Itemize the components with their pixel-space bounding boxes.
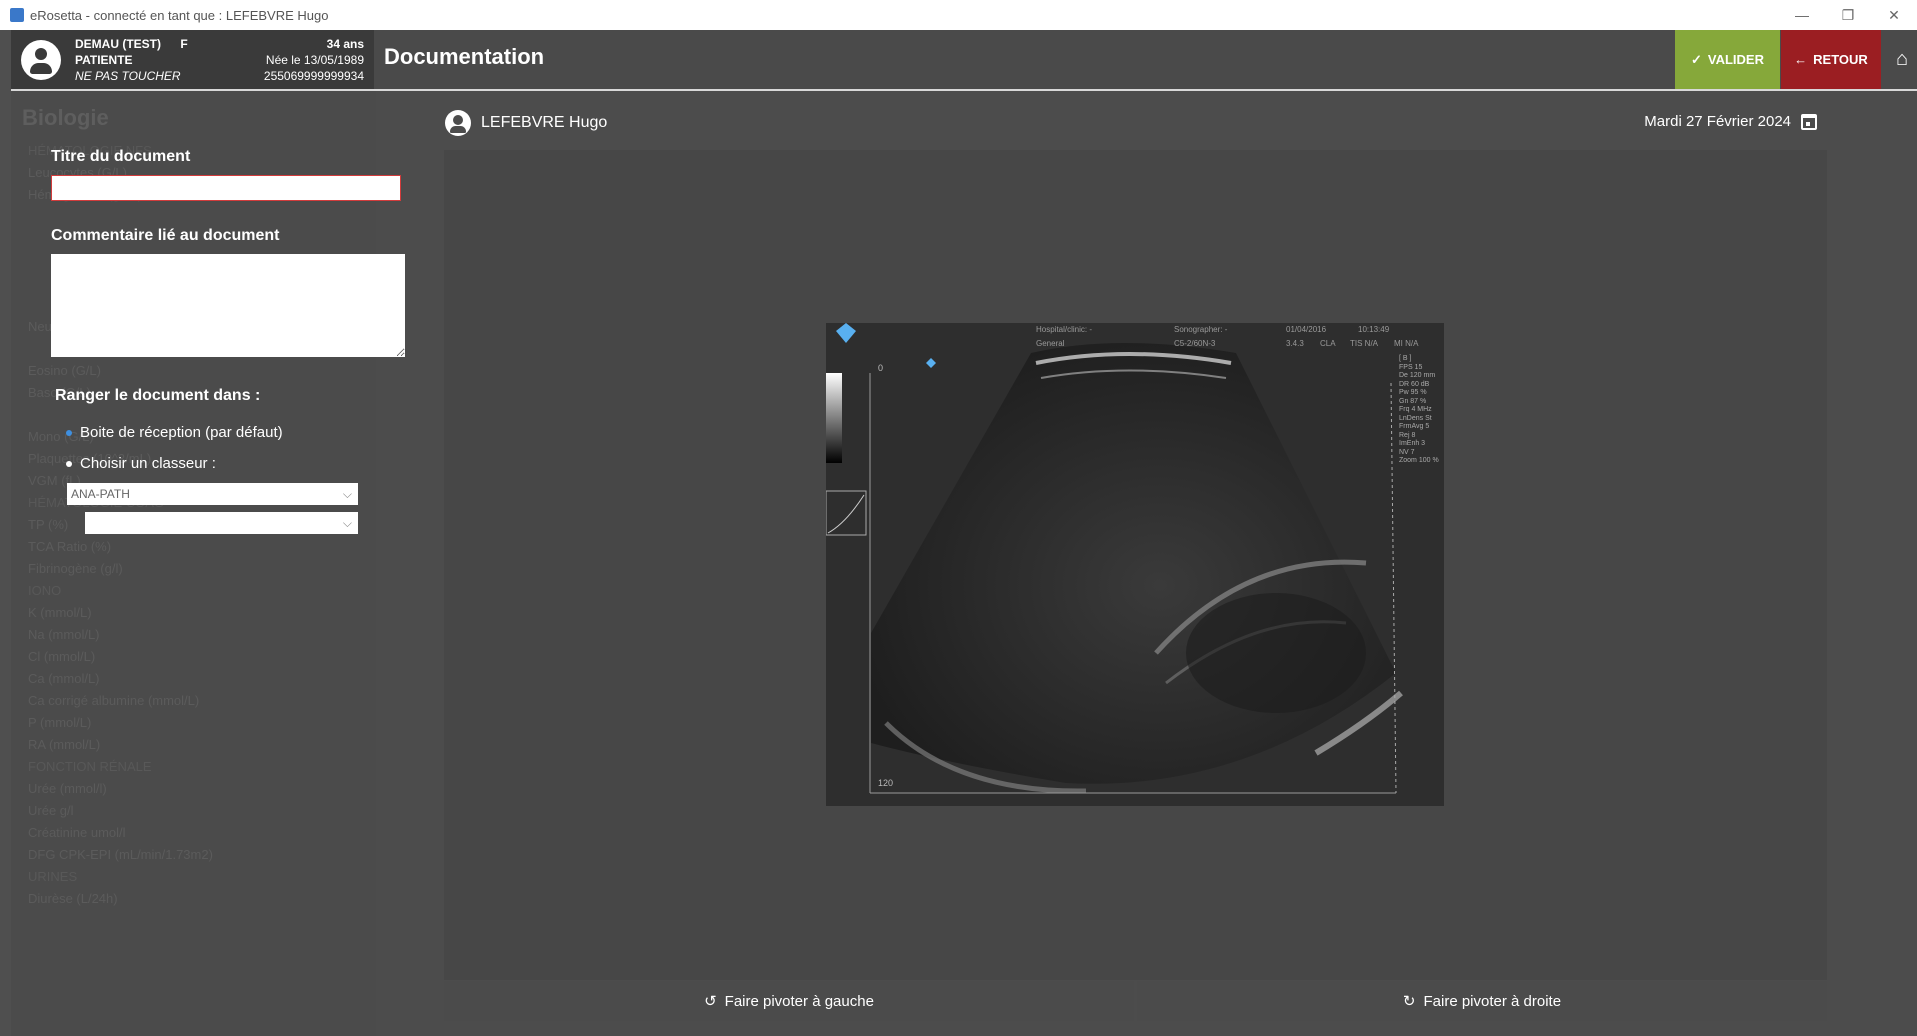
biologie-item: P (mmol/L) (28, 715, 92, 730)
minimize-button[interactable]: — (1779, 0, 1825, 30)
ultrasound-param: Zoom 100 % (1399, 457, 1439, 464)
ultrasound-param: NV 7 (1399, 448, 1415, 456)
biologie-item: RA (mmol/L) (28, 737, 101, 752)
biologie-item: Créatinine umol/l (28, 825, 126, 840)
biologie-item: IONO (28, 583, 62, 598)
window-titlebar: eRosetta - connecté en tant que : LEFEBV… (0, 0, 1917, 30)
retour-button[interactable]: ← RETOUR (1781, 30, 1881, 89)
titre-input[interactable] (51, 175, 401, 201)
radio-inbox-label: Boite de réception (par défaut) (80, 424, 283, 441)
valider-label: VALIDER (1707, 52, 1764, 67)
biologie-item (28, 404, 348, 426)
biologie-item (28, 206, 348, 228)
patient-avatar-icon (21, 40, 61, 80)
retour-label: RETOUR (1813, 52, 1868, 67)
home-icon[interactable]: ⌂ (1887, 30, 1917, 89)
ultrasound-param: FrmAvg 5 (1399, 423, 1430, 430)
ultrasound-param: LnDens St (1399, 414, 1432, 422)
patient-banner[interactable]: DEMAU (TEST) F PATIENTE NE PAS TOUCHER 3… (11, 30, 374, 89)
rotate-left-icon: ↺ (704, 993, 717, 1010)
biologie-item: FONCTION RÉNALE (28, 759, 152, 774)
grayscale-bar (826, 373, 842, 463)
ultrasound-param: Frq 4 MHz (1399, 406, 1432, 413)
radio-selected-icon (66, 429, 72, 436)
biologie-item: Na (mmol/L) (28, 627, 100, 642)
ultrasound-param: De 120 mm (1399, 372, 1436, 379)
radio-classeur-label: Choisir un classeur : (80, 455, 216, 472)
ultrasound-params: [ B ] FPS 15 De 120 mm DR 60 dB Pw 95 % Gn 87… (1399, 355, 1439, 466)
rotate-right-icon: ↻ (1402, 993, 1416, 1010)
patient-note: NE PAS TOUCHER (75, 69, 181, 83)
biologie-item: K (mmol/L) (28, 605, 92, 620)
biologie-title: Biologie (22, 105, 109, 130)
ultrasound-image: 0 120 Hospital/clinic: - Sonographer: - … (826, 323, 1444, 806)
viewer-date-text: Mardi 27 Février 2024 (1644, 113, 1791, 130)
page-title: Documentation (384, 44, 545, 69)
biologie-item: Diurèse (L/24h) (28, 891, 118, 906)
ranger-label: Ranger le document dans : (55, 387, 261, 404)
biologie-item: Eosino (G/L) (28, 363, 101, 378)
viewer-date[interactable]: Mardi 27 Février 2024 (1644, 113, 1817, 130)
rotate-right-button[interactable]: ↻ Faire pivoter à droite (1137, 981, 1827, 1021)
biologie-item: Fibrinogène (g/l) (28, 561, 123, 576)
restore-button[interactable]: ❐ (1825, 0, 1871, 30)
biologie-item: Urée (mmol/l) (28, 781, 107, 796)
window-title: eRosetta - connecté en tant que : LEFEBV… (30, 7, 329, 23)
scale-bottom: 120 (878, 778, 894, 788)
ultrasound-param: Rej 8 (1399, 431, 1416, 439)
viewer-user: LEFEBVRE Hugo (445, 110, 607, 136)
viewer-user-name: LEFEBVRE Hugo (481, 114, 608, 131)
arrow-left-icon: ← (1794, 52, 1808, 67)
user-avatar-icon (445, 110, 471, 136)
ultrasound-param: ImEnh 3 (1399, 440, 1426, 447)
ultrasound-param: Pw 95 % (1399, 389, 1427, 396)
valider-button[interactable]: ✓ VALIDER (1675, 30, 1780, 89)
biologie-item: Urée g/l (28, 803, 74, 818)
biologie-item: URINES (28, 869, 78, 884)
radio-icon (66, 460, 72, 467)
app-icon (10, 8, 24, 22)
close-button[interactable]: ✕ (1871, 0, 1917, 30)
biologie-item: TCA Ratio (%) (28, 539, 112, 554)
radio-classeur[interactable]: Choisir un classeur : (66, 455, 216, 472)
sub-classeur-select[interactable]: ⌵ (85, 512, 358, 534)
rotate-left-label: Faire pivoter à gauche (724, 992, 874, 1010)
patient-birth: Née le 13/05/1989 (265, 53, 364, 67)
scale-top: 0 (878, 363, 884, 373)
chevron-down-icon: ⌵ (342, 487, 352, 501)
chevron-down-icon: ⌵ (342, 516, 352, 530)
patient-name: DEMAU (TEST) (75, 37, 161, 51)
biologie-item: Cl (mmol/L) (28, 649, 96, 664)
comment-textarea[interactable] (51, 254, 405, 357)
patient-type: PATIENTE (75, 53, 133, 67)
app-header: DEMAU (TEST) F PATIENTE NE PAS TOUCHER 3… (11, 30, 1917, 91)
rotate-left-button[interactable]: ↺ Faire pivoter à gauche (444, 981, 1134, 1021)
titre-label: Titre du document (51, 148, 191, 165)
rotate-right-label: Faire pivoter à droite (1423, 992, 1562, 1010)
classeur-select-value: ANA-PATH (71, 487, 130, 501)
patient-age: 34 ans (326, 37, 364, 51)
biologie-item: Ca (mmol/L) (28, 671, 100, 686)
check-icon: ✓ (1690, 51, 1702, 67)
biologie-item: DFG CPK-EPI (mL/min/1.73m2) (28, 847, 213, 862)
biologie-item: Ca corrigé albumine (mmol/L) (28, 693, 200, 708)
patient-id: 255069999999934 (263, 69, 364, 83)
ultrasound-param: DR 60 dB (1399, 380, 1430, 388)
window-controls: — ❐ ✕ (1779, 0, 1917, 30)
ultrasound-param: [ B ] (1399, 355, 1412, 362)
radio-inbox[interactable]: Boite de réception (par défaut) (66, 424, 283, 441)
ultrasound-param: FPS 15 (1399, 363, 1423, 371)
comment-label: Commentaire lié au document (51, 227, 280, 244)
patient-sex: F (180, 37, 188, 51)
calendar-icon[interactable] (1801, 113, 1817, 130)
ultrasound-param: Gn 87 % (1399, 397, 1427, 405)
classeur-select[interactable]: ANA-PATH ⌵ (67, 483, 358, 505)
